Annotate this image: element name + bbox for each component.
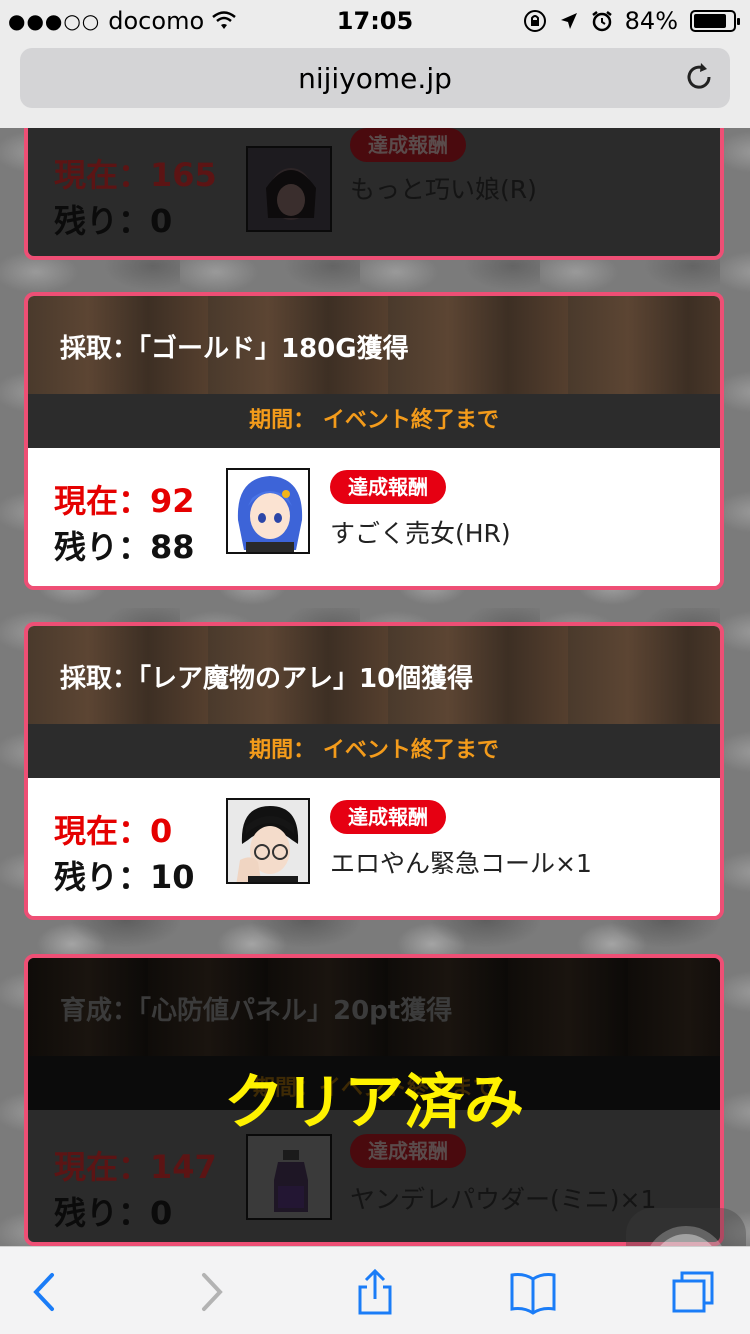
mission-title: 育成：「心防値パネル」20pt獲得: [60, 996, 453, 1026]
share-icon[interactable]: [350, 1267, 400, 1317]
reward-name: もっと巧い娘(R): [350, 175, 537, 204]
mission-remaining: 残り：10: [54, 858, 195, 896]
mission-period: 期間： イベント終了まで: [28, 724, 720, 778]
reward-name: ヤンデレパウダー(ミニ)×1: [350, 1185, 657, 1214]
mission-card-gold: 採取：「ゴールド」180G獲得 期間： イベント終了まで 現在：92 残り：88…: [24, 292, 724, 590]
status-bar: ●●●○○ docomo 17:05 84%: [0, 0, 750, 42]
alarm-icon: [591, 11, 612, 32]
rotation-lock-icon: [523, 10, 546, 32]
cleared-label: クリア済み: [224, 1068, 524, 1138]
chevron-left-icon[interactable]: [20, 1267, 70, 1317]
url-text[interactable]: nijiyome.jp: [20, 62, 730, 95]
reward-thumbnail: [246, 1134, 332, 1220]
battery-percent: 84%: [624, 7, 678, 35]
battery-icon: [690, 10, 740, 32]
mission-title: 採取：「ゴールド」180G獲得: [28, 296, 720, 394]
reward-thumbnail: [226, 468, 310, 554]
mission-card-rare: 採取：「レア魔物のアレ」10個獲得 期間： イベント終了まで 現在：0 残り：1…: [24, 622, 724, 920]
reward-thumbnail: [226, 798, 310, 884]
reward-name: エロやん緊急コール×1: [330, 849, 592, 878]
mission-remaining: 残り：88: [54, 528, 195, 566]
mission-remaining: 残り：0: [54, 1194, 173, 1232]
mission-current: 現在：165: [54, 156, 217, 194]
mission-title: 採取：「レア魔物のアレ」10個獲得: [28, 626, 720, 724]
reward-name: すごく売女(HR): [330, 519, 511, 548]
book-icon[interactable]: [508, 1267, 558, 1317]
reward-badge: 達成報酬: [330, 800, 446, 834]
mission-remaining: 残り：0: [54, 202, 173, 240]
mission-period: 期間： イベント終了まで: [28, 394, 720, 448]
location-icon: [560, 13, 577, 29]
reward-thumbnail: [246, 146, 332, 232]
mission-current: 現在：92: [54, 482, 195, 520]
mission-body: 現在：0 残り：10 達成報酬 エロやん緊急コール×1: [28, 778, 720, 916]
chevron-right-icon[interactable]: [186, 1267, 236, 1317]
character-portrait-icon: [228, 800, 308, 882]
battery-fill: [694, 14, 726, 28]
cleared-label-top: クリア済み: [28, 128, 720, 131]
browser-toolbar: [0, 1246, 750, 1334]
tabs-icon[interactable]: [668, 1267, 718, 1317]
mission-current: 現在：147: [54, 1148, 217, 1186]
reward-badge: 達成報酬: [350, 128, 466, 162]
character-portrait-icon: [228, 470, 308, 552]
mission-current: 現在：0: [54, 812, 173, 850]
mission-card-panel: 育成：「心防値パネル」20pt獲得 期間：イベント終了まで 現在：147 残り：…: [24, 954, 724, 1246]
character-portrait-icon: [248, 148, 330, 230]
potion-bottle-icon: [248, 1136, 330, 1218]
reload-icon[interactable]: [682, 60, 716, 94]
browser-address-area: nijiyome.jp: [0, 42, 750, 128]
reward-badge: 達成報酬: [330, 470, 446, 504]
address-bar[interactable]: nijiyome.jp: [20, 48, 730, 108]
mission-card-cleared-top: 現在：165 残り：0 達成報酬 もっと巧い娘(R) クリア済み: [24, 128, 724, 260]
mission-body: 現在：92 残り：88 達成報酬 すごく売女(HR): [28, 448, 720, 586]
mission-page: 現在：165 残り：0 達成報酬 もっと巧い娘(R) クリア済み 採取：「ゴール…: [0, 128, 750, 1246]
